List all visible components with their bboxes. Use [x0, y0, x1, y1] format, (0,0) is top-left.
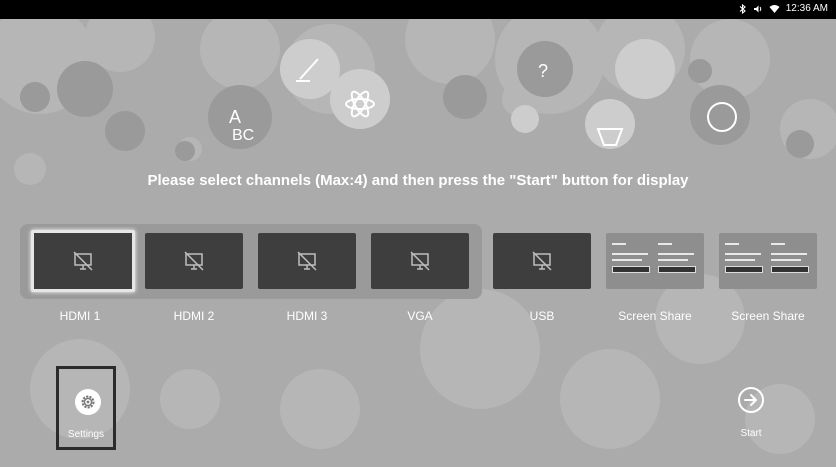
- bluetooth-icon: [739, 3, 746, 14]
- settings-button[interactable]: Settings: [56, 366, 116, 450]
- channel-label-usb: USB: [529, 309, 555, 323]
- svg-text:BC: BC: [232, 127, 254, 144]
- channel-tile-screen-share-2[interactable]: [719, 233, 817, 289]
- no-signal-monitor-icon: [297, 251, 317, 271]
- start-button[interactable]: Start: [735, 386, 771, 442]
- status-time: 12:36 AM: [785, 3, 828, 14]
- instruction-headline: Please select channels (Max:4) and then …: [147, 172, 689, 189]
- channel-tile-hdmi-2[interactable]: [145, 233, 243, 289]
- volume-icon: [753, 5, 761, 12]
- channel-label-screen-share-1: Screen Share: [618, 309, 692, 323]
- no-signal-monitor-icon: [532, 251, 552, 271]
- channel-tile-vga[interactable]: [371, 233, 469, 289]
- wifi-icon: [769, 4, 780, 13]
- arrow-right-circle-icon: [738, 387, 764, 413]
- settings-label: Settings: [67, 429, 105, 440]
- gear-icon: [75, 389, 101, 415]
- no-signal-monitor-icon: [73, 251, 93, 271]
- svg-text:?: ?: [538, 61, 548, 81]
- channel-tile-usb[interactable]: [493, 233, 591, 289]
- start-label: Start: [740, 428, 762, 439]
- channel-tile-screen-share-1[interactable]: [606, 233, 704, 289]
- no-signal-monitor-icon: [184, 251, 204, 271]
- channel-label-hdmi-3: HDMI 3: [286, 309, 328, 323]
- channel-label-hdmi-1: HDMI 1: [59, 309, 101, 323]
- channel-tile-hdmi-1[interactable]: [31, 230, 135, 292]
- channel-tile-hdmi-3[interactable]: [258, 233, 356, 289]
- channel-label-hdmi-2: HDMI 2: [173, 309, 215, 323]
- channel-label-vga: VGA: [407, 309, 433, 323]
- status-bar: 12:36 AM: [0, 0, 836, 19]
- svg-text:A: A: [229, 107, 241, 127]
- no-signal-monitor-icon: [410, 251, 430, 271]
- channel-label-screen-share-2: Screen Share: [731, 309, 805, 323]
